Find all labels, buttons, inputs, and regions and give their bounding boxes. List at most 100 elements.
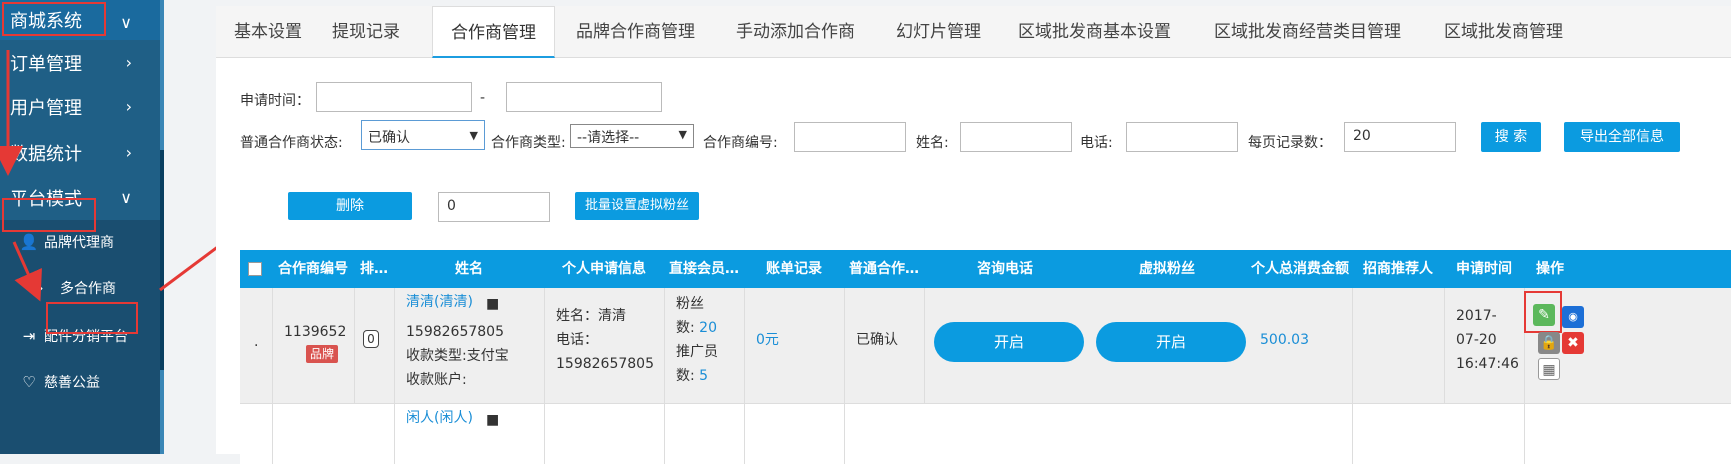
partner-phone: 15982657805 (406, 324, 504, 340)
col-header: 排… (360, 261, 388, 277)
apply-date-line1: 2017- (1456, 308, 1497, 324)
toggle-icon[interactable]: ◉ (1562, 306, 1584, 328)
tab-bar: 基本设置 提现记录 合作商管理 品牌合作商管理 手动添加合作商 幻灯片管理 区域… (216, 6, 1731, 58)
sort-value[interactable]: 0 (363, 330, 379, 348)
virtual-fans-value: 0 (447, 198, 456, 214)
fans-count[interactable]: 20 (699, 320, 717, 336)
apply-time-end-input[interactable] (506, 82, 662, 112)
tab-basic-settings[interactable]: 基本设置 (216, 6, 320, 58)
type-select-value: --请选择-- (577, 130, 640, 146)
col-header: 直接会员… (669, 261, 739, 277)
col-header: 普通合作… (849, 261, 919, 277)
tab-brand-partner-management[interactable]: 品牌合作商管理 (558, 6, 713, 58)
tab-regional-management[interactable]: 区域批发商管理 (1426, 6, 1581, 58)
annotation-arrow (12, 241, 42, 302)
per-page-value: 20 (1353, 128, 1371, 144)
tab-add-partner[interactable]: 手动添加合作商 (718, 6, 873, 58)
partner-name-link[interactable]: 清清(清清) (406, 290, 473, 314)
cell-divider (844, 288, 845, 404)
col-header: 申请时间 (1456, 261, 1512, 277)
virtual-fans-input[interactable]: 0 (438, 192, 550, 222)
type-select[interactable]: --请选择-- ▼ (570, 124, 694, 148)
annotation-box (1524, 291, 1562, 333)
cell-divider (272, 288, 273, 404)
promoter-count[interactable]: 5 (699, 368, 708, 384)
cell-divider (544, 288, 545, 404)
pay-account: 收款账户: (406, 372, 467, 388)
apply-time-label: 申请时间： (240, 93, 310, 109)
main-panel: 基本设置 提现记录 合作商管理 品牌合作商管理 手动添加合作商 幻灯片管理 区域… (216, 6, 1731, 464)
cell-divider (664, 288, 665, 404)
bill-link[interactable]: 0元 (756, 328, 779, 352)
col-header: 个人申请信息 (562, 261, 646, 277)
promoter-count-label: 数: (676, 368, 695, 384)
batch-set-fans-button[interactable]: 批量设置虚拟粉丝 (575, 192, 699, 220)
cell-divider (1444, 288, 1445, 404)
brand-badge-wrap: 品牌 (306, 342, 339, 366)
tab-withdraw-records[interactable]: 提现记录 (314, 6, 418, 58)
cell-divider (924, 288, 925, 404)
row-dot: · (254, 338, 259, 354)
delete-icon[interactable]: ✖ (1562, 332, 1584, 354)
dropdown-arrow-icon: ▼ (469, 129, 478, 142)
cell-divider (544, 404, 545, 464)
col-header: 咨询电话 (977, 261, 1033, 277)
name-label: 姓名: (916, 135, 949, 151)
col-header: 账单记录 (766, 261, 822, 277)
partner-name-link[interactable]: 闲人(闲人) (406, 406, 473, 430)
table-row[interactable]: 闲人(闲人) ■ (240, 404, 1731, 464)
cell-divider (1352, 404, 1353, 464)
cell-divider (1352, 288, 1353, 404)
export-all-button[interactable]: 导出全部信息 (1564, 122, 1680, 152)
status-label: 普通合作商状态: (240, 135, 343, 151)
apply-time-start-input[interactable] (316, 82, 472, 112)
cell-divider (1524, 404, 1525, 464)
cell-divider (394, 288, 395, 404)
qrcode-icon[interactable]: ▦ (1538, 358, 1560, 380)
tab-regional-basic-settings[interactable]: 区域批发商基本设置 (1000, 6, 1189, 58)
consult-phone-toggle[interactable]: 开启 (934, 322, 1084, 362)
message-icon[interactable]: ■ (486, 408, 499, 432)
col-header: 合作商编号 (278, 261, 348, 277)
status-select-value: 已确认 (368, 130, 410, 146)
lock-icon[interactable]: 🔒 (1538, 332, 1560, 354)
col-header: 招商推荐人 (1363, 261, 1433, 277)
apply-date-line3: 16:47:46 (1456, 356, 1519, 372)
col-header: 姓名 (455, 261, 483, 277)
col-header: 个人总消费金额 (1251, 261, 1349, 277)
code-input[interactable] (794, 122, 906, 152)
table-header: 合作商编号 排… 姓名 个人申请信息 直接会员… 账单记录 普通合作… 咨询电话… (240, 250, 1731, 288)
cell-divider (394, 404, 395, 464)
total-spend[interactable]: 500.03 (1260, 328, 1309, 352)
name-input[interactable] (960, 122, 1072, 152)
search-button[interactable]: 搜 索 (1481, 122, 1541, 152)
col-header: 操作 (1536, 261, 1564, 277)
pay-type: 收款类型:支付宝 (406, 348, 509, 364)
cell-divider (844, 404, 845, 464)
type-label: 合作商类型: (491, 135, 566, 151)
virtual-fans-toggle[interactable]: 开启 (1096, 322, 1246, 362)
per-page-label: 每页记录数： (1248, 135, 1332, 151)
table-row[interactable]: · 1139652 品牌 0 清清(清清) ■ 15982657805 收款类型… (240, 288, 1731, 404)
apply-phone: 15982657805 (556, 356, 654, 372)
select-all-checkbox[interactable] (248, 262, 262, 276)
cell-divider (354, 288, 355, 404)
cell-divider (744, 288, 745, 404)
status-select[interactable]: 已确认 ▼ (361, 120, 485, 150)
fans-count-label: 数: (676, 320, 695, 336)
tab-regional-categories[interactable]: 区域批发商经营类目管理 (1196, 6, 1419, 58)
phone-input[interactable] (1126, 122, 1238, 152)
cell-divider (744, 404, 745, 464)
partner-status: 已确认 (856, 332, 898, 348)
message-icon[interactable]: ■ (486, 292, 499, 316)
cell-divider (664, 404, 665, 464)
cell-divider (272, 404, 273, 464)
tab-slides[interactable]: 幻灯片管理 (878, 6, 999, 58)
tab-partner-management[interactable]: 合作商管理 (432, 6, 555, 58)
delete-button[interactable]: 删除 (288, 192, 412, 220)
fans-label: 粉丝 (676, 296, 704, 312)
phone-label: 电话: (1080, 135, 1113, 151)
partner-code: 1139652 (284, 324, 347, 340)
code-label: 合作商编号: (703, 135, 778, 151)
per-page-input[interactable]: 20 (1344, 122, 1456, 152)
